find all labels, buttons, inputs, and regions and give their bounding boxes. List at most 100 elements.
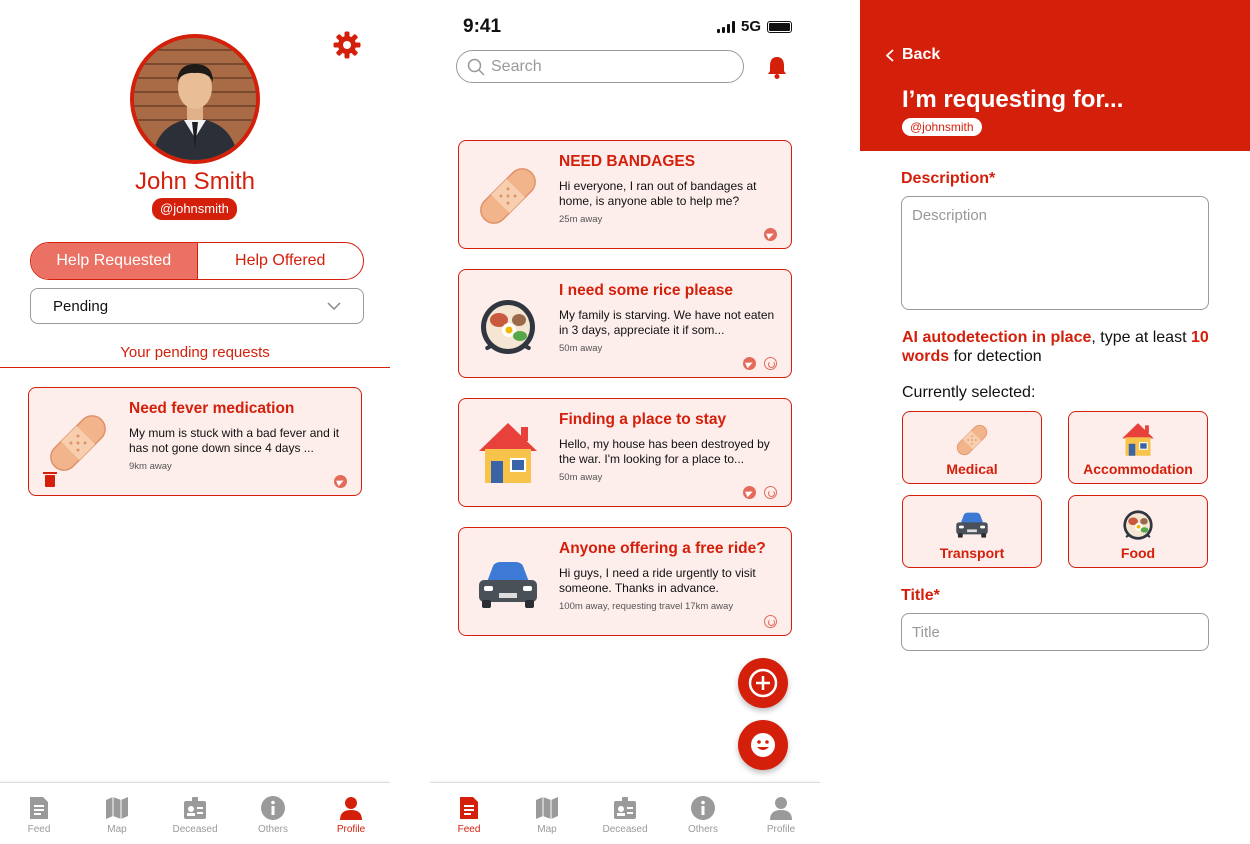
category-medical[interactable]: Medical bbox=[902, 411, 1042, 484]
house-icon bbox=[1121, 422, 1155, 457]
nav-others[interactable]: Others bbox=[664, 783, 742, 844]
nav-map-label: Map bbox=[107, 824, 127, 835]
back-label: Back bbox=[902, 46, 941, 63]
username-badge: @johnsmith bbox=[152, 198, 237, 220]
bandage-icon bbox=[474, 162, 542, 230]
chevron-down-icon bbox=[327, 302, 341, 310]
feed-post-card[interactable]: NEED BANDAGES Hi everyone, I ran out of … bbox=[458, 140, 792, 249]
category-label: Food bbox=[1120, 545, 1156, 561]
nav-map[interactable]: Map bbox=[78, 783, 156, 844]
nav-others[interactable]: Others bbox=[234, 783, 312, 844]
post-title: Finding a place to stay bbox=[559, 411, 727, 428]
house-icon bbox=[478, 422, 538, 484]
id-card-icon bbox=[184, 797, 206, 819]
request-title: Need fever medication bbox=[129, 400, 295, 417]
request-description: My mum is stuck with a bad fever and it … bbox=[129, 426, 340, 455]
nav-profile[interactable]: Profile bbox=[742, 783, 820, 844]
currently-selected-label: Currently selected: bbox=[902, 384, 1036, 401]
search-bar[interactable] bbox=[456, 50, 744, 83]
note-text: , type at least bbox=[1091, 329, 1191, 346]
status-filter-select[interactable]: Pending bbox=[30, 288, 364, 324]
food-icon bbox=[1123, 510, 1153, 540]
search-input[interactable] bbox=[491, 57, 731, 76]
note-emphasis: AI autodetection in place bbox=[902, 329, 1092, 346]
form-header: Back I’m requesting for... @johnsmith bbox=[860, 0, 1250, 151]
document-icon bbox=[30, 797, 48, 819]
category-transport[interactable]: Transport bbox=[902, 495, 1042, 568]
description-field[interactable] bbox=[901, 196, 1209, 310]
nav-others-label: Others bbox=[687, 824, 718, 835]
map-icon bbox=[536, 797, 558, 819]
section-title: Your pending requests bbox=[0, 344, 390, 368]
plus-icon bbox=[748, 668, 778, 698]
request-form-screen: Back I’m requesting for... @johnsmith De… bbox=[860, 0, 1250, 844]
feed-post-card[interactable]: I need some rice please My family is sta… bbox=[458, 269, 792, 378]
car-icon bbox=[479, 562, 537, 608]
tab-help-requested[interactable]: Help Requested bbox=[31, 243, 198, 279]
feed-post-card[interactable]: Finding a place to stay Hello, my house … bbox=[458, 398, 792, 507]
nav-map[interactable]: Map bbox=[508, 783, 586, 844]
avatar bbox=[130, 34, 260, 164]
settings-gear-icon[interactable] bbox=[332, 30, 362, 60]
tab-help-offered[interactable]: Help Offered bbox=[198, 243, 364, 279]
info-icon bbox=[261, 796, 285, 820]
nav-profile-label: Profile bbox=[766, 824, 796, 835]
post-distance: 100m away, requesting travel 17km away bbox=[559, 601, 734, 612]
map-icon bbox=[106, 797, 128, 819]
food-icon bbox=[481, 300, 535, 354]
add-request-button[interactable] bbox=[738, 658, 788, 708]
whatsapp-icon[interactable] bbox=[764, 357, 777, 370]
post-description: Hi everyone, I ran out of bandages at ho… bbox=[559, 179, 757, 208]
nav-deceased-label: Deceased bbox=[172, 824, 218, 835]
category-food[interactable]: Food bbox=[1068, 495, 1208, 568]
user-icon bbox=[770, 797, 792, 820]
nav-deceased[interactable]: Deceased bbox=[586, 783, 664, 844]
whatsapp-icon[interactable] bbox=[764, 486, 777, 499]
signal-icon bbox=[716, 20, 735, 33]
whatsapp-icon[interactable] bbox=[764, 615, 777, 628]
trash-icon[interactable] bbox=[43, 472, 57, 487]
nav-feed[interactable]: Feed bbox=[0, 783, 78, 844]
post-title: NEED BANDAGES bbox=[559, 153, 696, 170]
title-label: Title* bbox=[901, 587, 940, 604]
category-label: Medical bbox=[946, 461, 998, 477]
telegram-icon[interactable] bbox=[743, 486, 756, 499]
smiley-icon bbox=[751, 733, 775, 757]
nav-map-label: Map bbox=[537, 824, 557, 835]
nav-deceased[interactable]: Deceased bbox=[156, 783, 234, 844]
telegram-icon[interactable] bbox=[334, 475, 347, 488]
category-label: Accommodation bbox=[1083, 461, 1193, 477]
title-field[interactable] bbox=[901, 613, 1209, 651]
bottom-tab-bar: Feed Map Deceased Others Profile bbox=[430, 782, 820, 844]
feed-post-card[interactable]: Anyone offering a free ride? Hi guys, I … bbox=[458, 527, 792, 636]
bandage-icon bbox=[44, 409, 112, 477]
note-text: for detection bbox=[949, 348, 1042, 365]
telegram-icon[interactable] bbox=[743, 357, 756, 370]
battery-icon bbox=[767, 20, 792, 33]
username-badge: @johnsmith bbox=[902, 118, 982, 136]
emoji-button[interactable] bbox=[738, 720, 788, 770]
document-icon bbox=[460, 797, 478, 819]
nav-feed-label: Feed bbox=[27, 824, 51, 835]
car-icon bbox=[956, 512, 988, 538]
telegram-icon[interactable] bbox=[764, 228, 777, 241]
bandage-icon bbox=[953, 421, 991, 459]
nav-profile[interactable]: Profile bbox=[312, 783, 390, 844]
post-title: Anyone offering a free ride? bbox=[559, 540, 766, 557]
request-distance: 9km away bbox=[129, 461, 172, 472]
description-label: Description* bbox=[901, 170, 996, 187]
request-card[interactable]: Need fever medication My mum is stuck wi… bbox=[28, 387, 362, 496]
chevron-left-icon bbox=[886, 48, 894, 62]
id-card-icon bbox=[614, 797, 636, 819]
notification-bell-icon[interactable] bbox=[766, 55, 788, 79]
status-time: 9:41 bbox=[463, 16, 502, 37]
category-accommodation[interactable]: Accommodation bbox=[1068, 411, 1208, 484]
nav-feed[interactable]: Feed bbox=[430, 783, 508, 844]
back-button[interactable]: Back bbox=[886, 46, 940, 64]
status-indicators: 5G bbox=[716, 18, 792, 35]
post-description: Hi guys, I need a ride urgently to visit… bbox=[559, 566, 756, 595]
nav-deceased-label: Deceased bbox=[602, 824, 648, 835]
profile-screen: John Smith @johnsmith Help Requested Hel… bbox=[0, 0, 390, 844]
post-distance: 50m away bbox=[559, 343, 603, 354]
autodetection-note: AI autodetection in place, type at least… bbox=[902, 328, 1212, 366]
